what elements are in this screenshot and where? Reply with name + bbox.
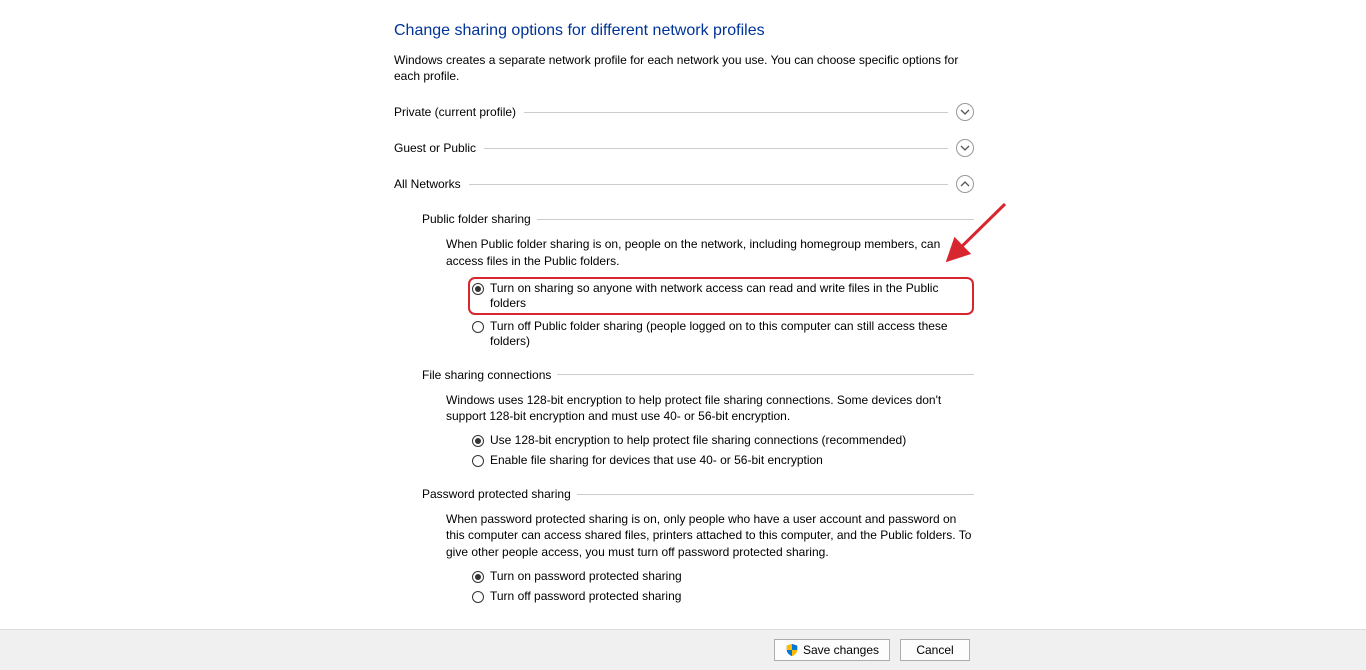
public-folder-heading: Public folder sharing: [422, 212, 537, 226]
save-button[interactable]: Save changes: [774, 639, 890, 661]
subsection-public-folder: Public folder sharing: [422, 212, 974, 226]
divider: [557, 374, 974, 375]
radio-password-off-label: Turn off password protected sharing: [490, 589, 681, 604]
divider: [469, 184, 948, 185]
radio-public-off-label: Turn off Public folder sharing (people l…: [490, 319, 972, 349]
radio-icon[interactable]: [472, 321, 484, 333]
footer-bar: Save changes Cancel: [0, 629, 1366, 670]
chevron-down-icon[interactable]: [956, 103, 974, 121]
radio-public-on-label: Turn on sharing so anyone with network a…: [490, 281, 968, 311]
radio-icon[interactable]: [472, 591, 484, 603]
divider: [524, 112, 948, 113]
radio-password-on[interactable]: Turn on password protected sharing: [470, 568, 974, 585]
radio-icon[interactable]: [472, 283, 484, 295]
section-all-networks[interactable]: All Networks: [394, 174, 974, 194]
save-button-label: Save changes: [803, 643, 879, 657]
radio-128bit-label: Use 128-bit encryption to help protect f…: [490, 433, 906, 448]
radio-4056bit-label: Enable file sharing for devices that use…: [490, 453, 823, 468]
file-sharing-desc: Windows uses 128-bit encryption to help …: [446, 392, 974, 424]
radio-public-on[interactable]: Turn on sharing so anyone with network a…: [468, 277, 974, 315]
section-private-label: Private (current profile): [394, 105, 524, 119]
radio-public-off[interactable]: Turn off Public folder sharing (people l…: [470, 318, 974, 350]
section-all-label: All Networks: [394, 177, 469, 191]
section-guest-label: Guest or Public: [394, 141, 484, 155]
divider: [577, 494, 974, 495]
file-sharing-heading: File sharing connections: [422, 368, 557, 382]
radio-4056bit[interactable]: Enable file sharing for devices that use…: [470, 452, 974, 469]
public-folder-desc: When Public folder sharing is on, people…: [446, 236, 974, 268]
radio-password-on-label: Turn on password protected sharing: [490, 569, 682, 584]
subsection-file-sharing: File sharing connections: [422, 368, 974, 382]
chevron-down-icon[interactable]: [956, 139, 974, 157]
divider: [537, 219, 974, 220]
page-intro: Windows creates a separate network profi…: [394, 52, 974, 84]
radio-icon[interactable]: [472, 571, 484, 583]
divider: [484, 148, 948, 149]
radio-128bit[interactable]: Use 128-bit encryption to help protect f…: [470, 432, 974, 449]
chevron-up-icon[interactable]: [956, 175, 974, 193]
cancel-button-label: Cancel: [916, 643, 953, 657]
subsection-password: Password protected sharing: [422, 487, 974, 501]
shield-icon: [785, 643, 799, 657]
page-title: Change sharing options for different net…: [394, 22, 974, 40]
radio-icon[interactable]: [472, 455, 484, 467]
section-guest[interactable]: Guest or Public: [394, 138, 974, 158]
cancel-button[interactable]: Cancel: [900, 639, 970, 661]
password-heading: Password protected sharing: [422, 487, 577, 501]
main-content: Change sharing options for different net…: [394, 22, 974, 605]
radio-icon[interactable]: [472, 435, 484, 447]
radio-password-off[interactable]: Turn off password protected sharing: [470, 588, 974, 605]
section-private[interactable]: Private (current profile): [394, 102, 974, 122]
password-desc: When password protected sharing is on, o…: [446, 511, 974, 560]
